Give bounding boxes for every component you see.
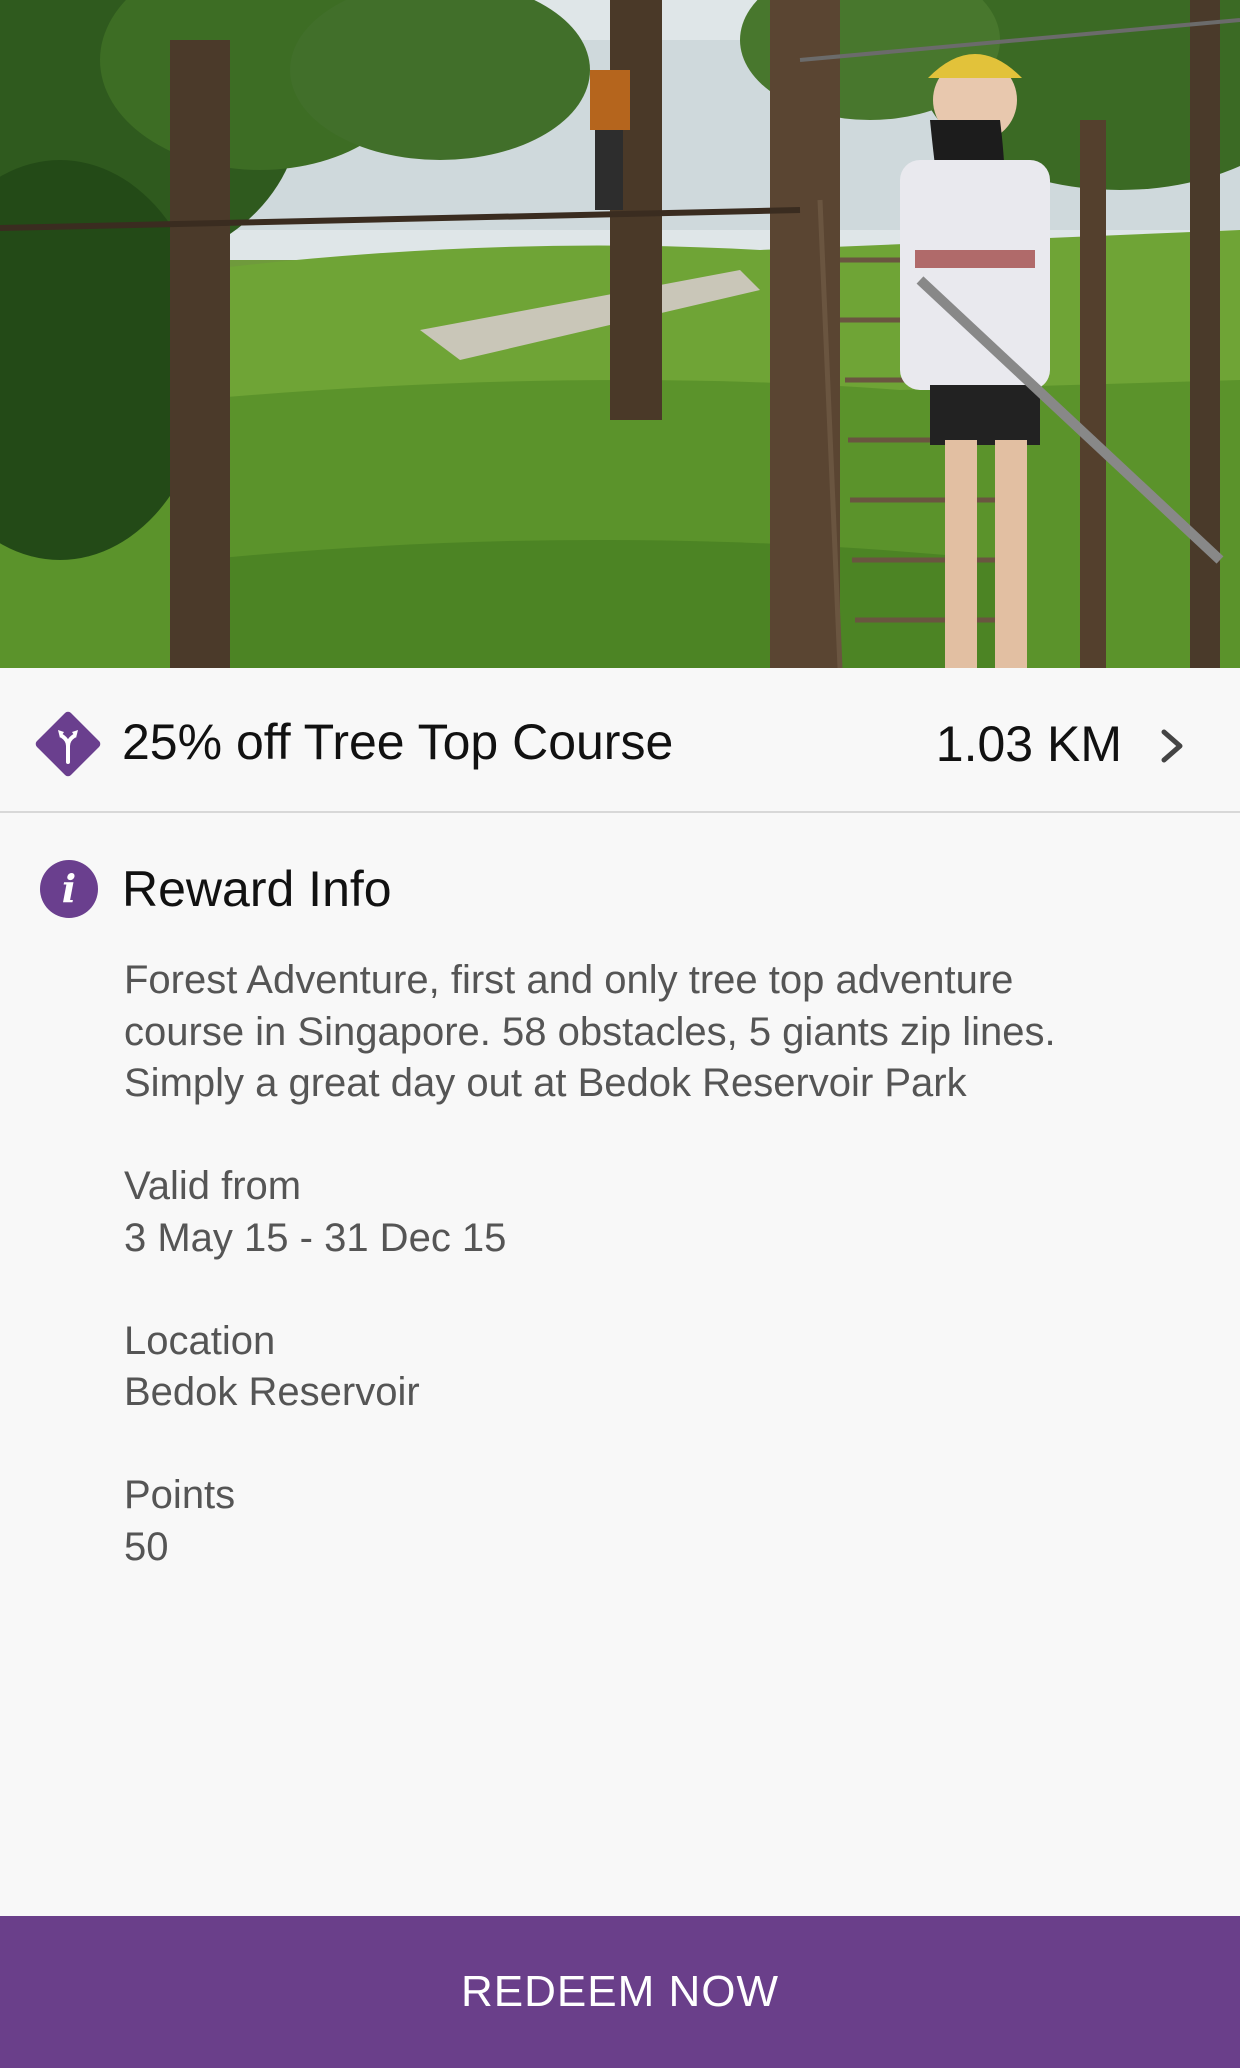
location-value: Bedok Reservoir bbox=[124, 1370, 420, 1414]
description: Forest Adventure, first and only tree to… bbox=[124, 955, 1204, 1110]
points-value: 50 bbox=[124, 1524, 169, 1569]
reward-detail-screen: 25% off Tree Top Course 1.03 KM i Reward… bbox=[0, 0, 1240, 2068]
forest-adventure-photo bbox=[0, 0, 1240, 668]
reward-info-body: Forest Adventure, first and only tree to… bbox=[124, 955, 1204, 1625]
hero-image bbox=[0, 0, 1240, 668]
location-label: Location bbox=[124, 1318, 276, 1363]
redeem-now-button[interactable]: REDEEM NOW bbox=[0, 1916, 1240, 2068]
description-line: Simply a great day out at Bedok Reservoi… bbox=[124, 1061, 967, 1105]
location: Location Bedok Reservoir bbox=[124, 1316, 1204, 1419]
info-icon: i bbox=[40, 860, 98, 918]
description-line: course in Singapore. 58 obstacles, 5 gia… bbox=[124, 1009, 1056, 1054]
chevron-right-icon[interactable] bbox=[1158, 726, 1188, 766]
points-label: Points bbox=[124, 1473, 236, 1517]
points: Points 50 bbox=[124, 1470, 1204, 1573]
info-icon-glyph: i bbox=[61, 866, 77, 911]
diamond-directions-icon bbox=[35, 711, 101, 777]
reward-header-row[interactable]: 25% off Tree Top Course 1.03 KM bbox=[0, 668, 1240, 813]
validity: Valid from 3 May 15 - 31 Dec 15 bbox=[124, 1161, 1204, 1264]
reward-info-header: i Reward Info bbox=[0, 850, 1240, 930]
valid-value: 3 May 15 - 31 Dec 15 bbox=[124, 1215, 507, 1260]
valid-label: Valid from bbox=[124, 1164, 302, 1208]
description-line: Forest Adventure, first and only tree to… bbox=[124, 958, 1014, 1002]
section-title: Reward Info bbox=[122, 861, 392, 917]
reward-title: 25% off Tree Top Course bbox=[122, 714, 674, 770]
distance-label: 1.03 KM bbox=[935, 716, 1122, 772]
